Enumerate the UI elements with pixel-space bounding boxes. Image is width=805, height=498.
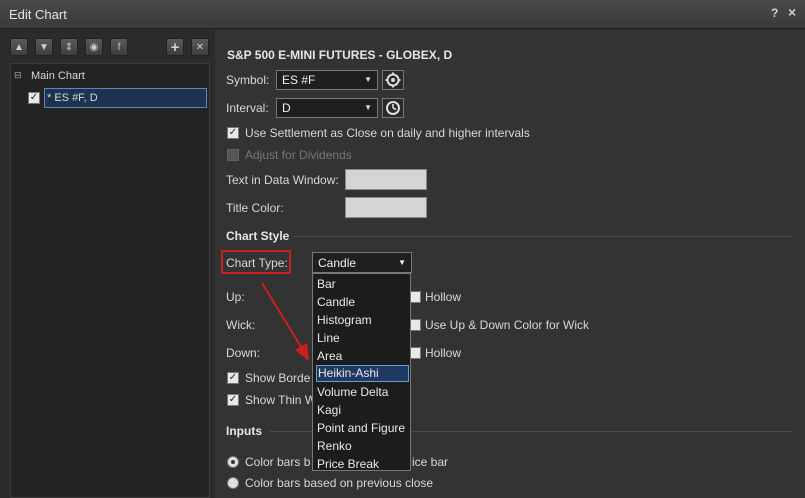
arrow-shaft xyxy=(261,282,304,351)
arrow-head xyxy=(295,343,309,361)
annotation-arrow xyxy=(261,282,309,361)
